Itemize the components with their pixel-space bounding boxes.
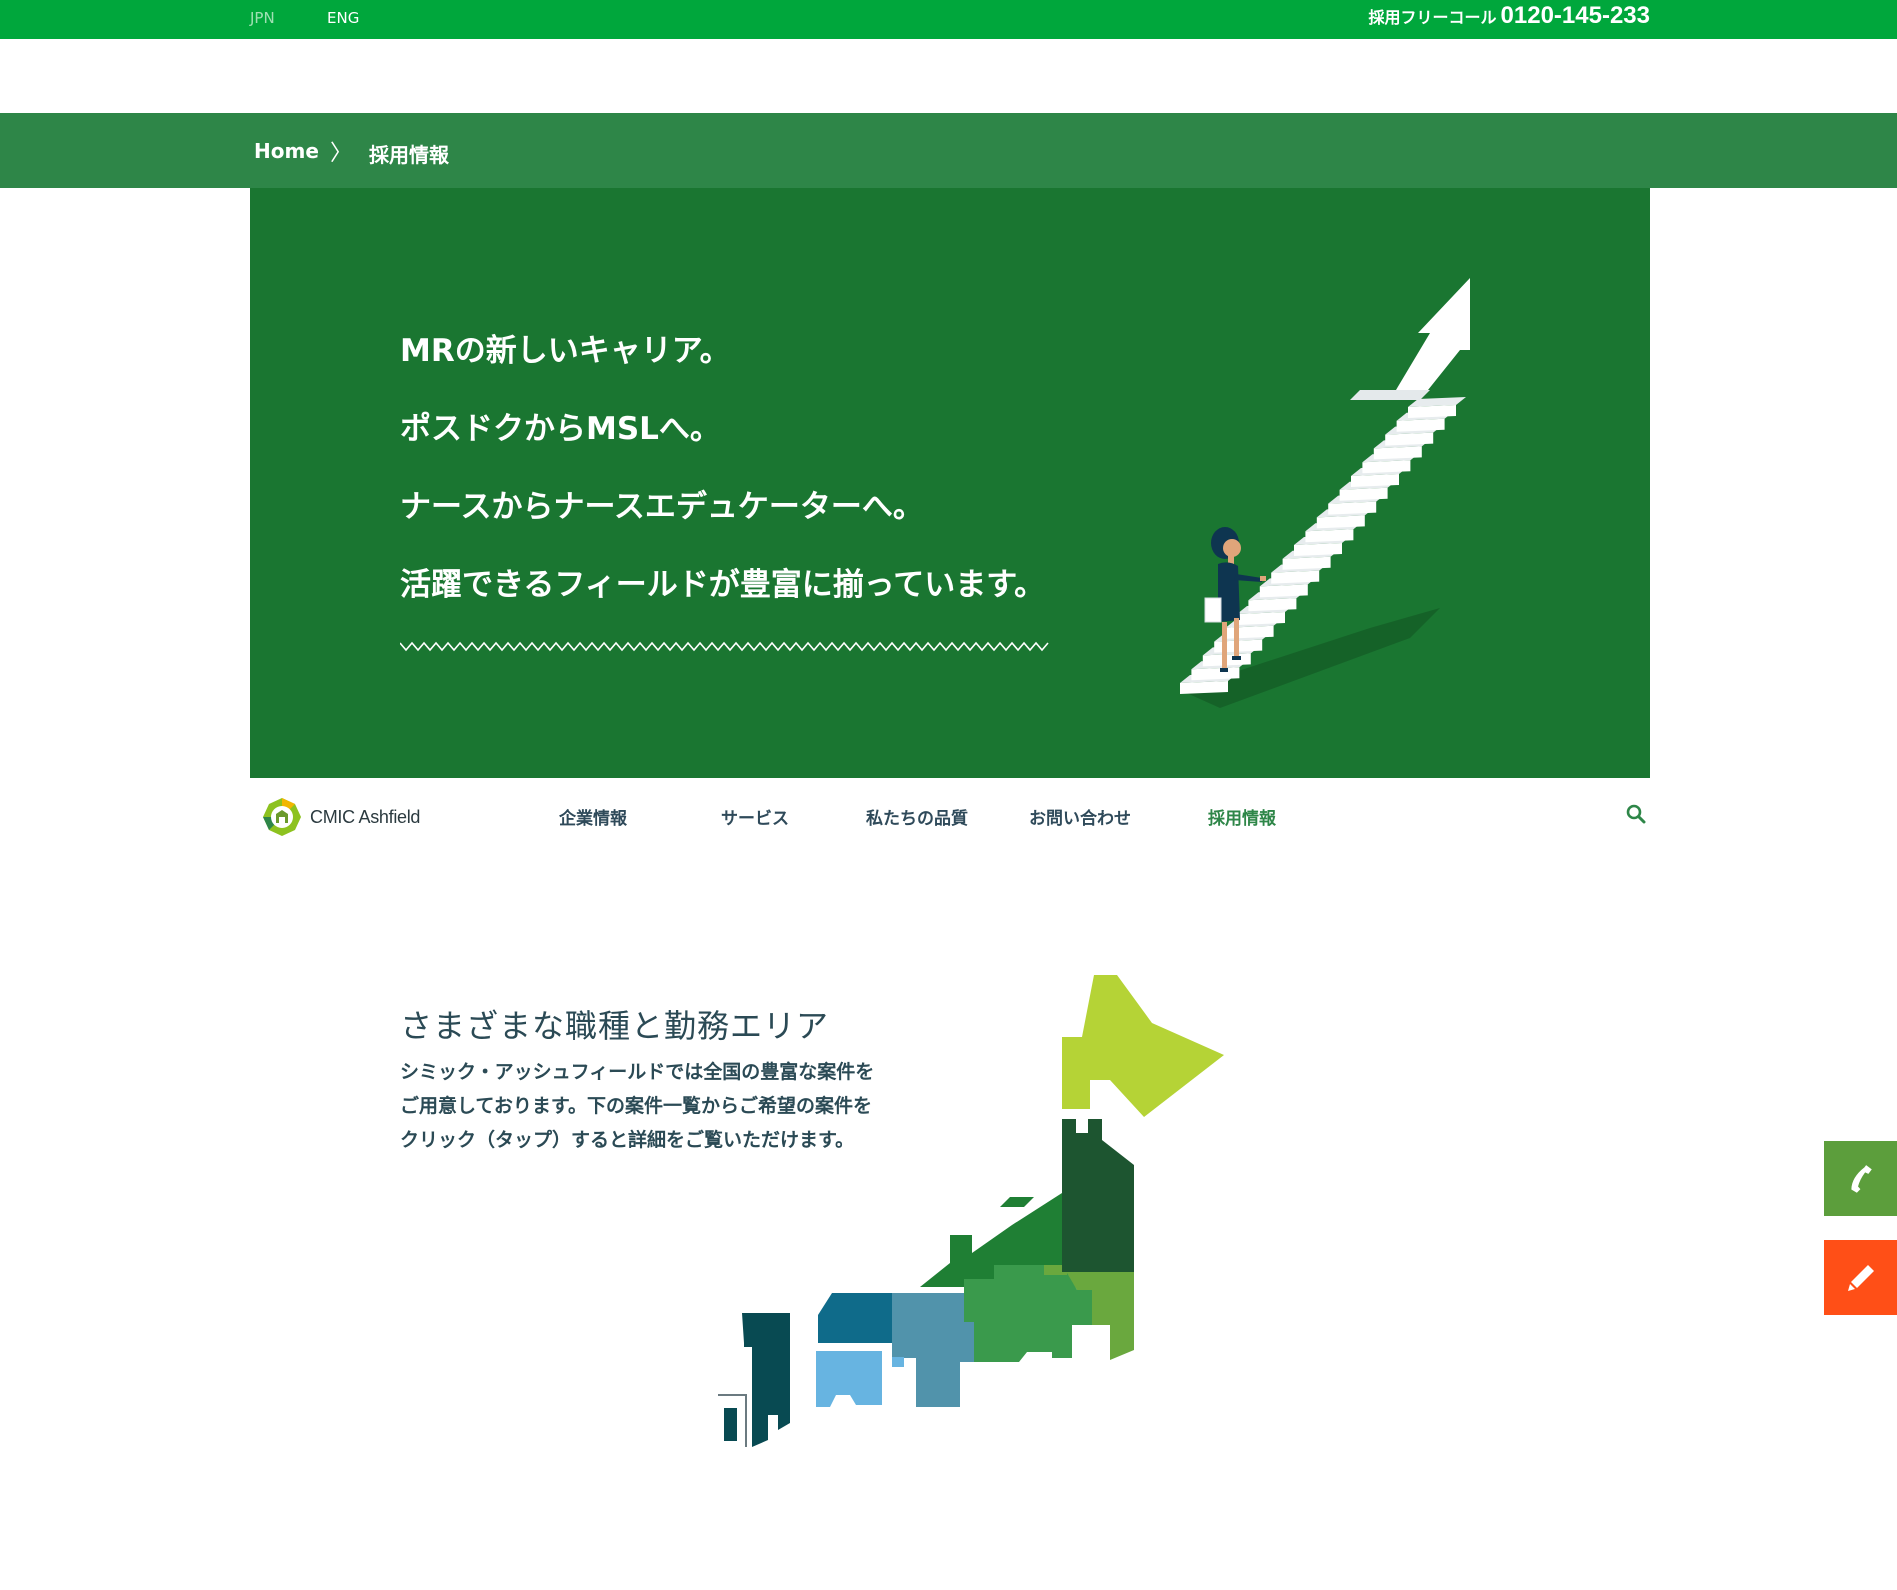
main-navigation: CMIC Ashfield 企業情報 サービス 私たちの品質 お問い合わせ 採用… <box>250 778 1650 854</box>
recruit-freecall[interactable]: 採用フリーコール 0120-145-233 <box>1369 2 1650 30</box>
pencil-icon <box>1847 1264 1874 1291</box>
hero-headline-4: 活躍できるフィールドが豊富に揃っています。 <box>400 567 1046 603</box>
nav-item-company[interactable]: 企業情報 <box>559 804 627 829</box>
chevron-right-icon: 〉 <box>330 141 353 166</box>
phone-contact-button[interactable] <box>1824 1141 1897 1216</box>
region-hokkaido[interactable] <box>1062 975 1224 1117</box>
region-tohoku[interactable] <box>1062 1119 1134 1272</box>
cmic-ashfield-logo[interactable]: CMIC Ashfield <box>262 797 420 837</box>
hero-headline-2: ポスドクからMSLへ。 <box>400 411 721 447</box>
top-utility-bar: JPN ENG 採用フリーコール 0120-145-233 <box>0 0 1897 39</box>
japan-region-map <box>718 975 1224 1447</box>
region-kyushu[interactable] <box>742 1313 790 1447</box>
region-chugoku[interactable] <box>818 1293 892 1343</box>
logo-emblem-icon <box>263 798 301 836</box>
staircase-illustration <box>1180 278 1470 708</box>
breadcrumb-home-link[interactable]: Home <box>254 139 319 163</box>
nav-item-contact[interactable]: お問い合わせ <box>1029 804 1131 829</box>
language-jpn-link[interactable]: JPN <box>250 9 275 27</box>
freecall-number[interactable]: 0120-145-233 <box>1501 2 1650 29</box>
phone-icon <box>1850 1164 1872 1193</box>
entry-form-button[interactable] <box>1824 1240 1897 1315</box>
hero-headline-1: MRの新しいキャリア。 <box>400 333 731 369</box>
nav-item-services[interactable]: サービス <box>721 804 789 829</box>
hero-banner: MRの新しいキャリア。 ポスドクからMSLへ。 ナースからナースエデュケーターへ… <box>250 188 1650 778</box>
wavy-divider <box>400 641 1049 652</box>
search-icon[interactable] <box>1626 804 1646 828</box>
language-eng-link[interactable]: ENG <box>327 9 359 27</box>
hero-headline-3: ナースからナースエデュケーターへ。 <box>400 489 924 525</box>
region-shikoku[interactable] <box>816 1351 882 1407</box>
nav-item-recruit[interactable]: 採用情報 <box>1208 804 1276 829</box>
nav-item-quality[interactable]: 私たちの品質 <box>866 804 968 829</box>
breadcrumb: Home 〉 採用情報 <box>0 113 1897 188</box>
region-kansai[interactable] <box>892 1293 974 1407</box>
region-okinawa[interactable] <box>718 1394 747 1447</box>
logo-text: CMIC Ashfield <box>310 806 421 827</box>
freecall-label: 採用フリーコール <box>1368 8 1497 27</box>
breadcrumb-current: 採用情報 <box>369 143 449 167</box>
